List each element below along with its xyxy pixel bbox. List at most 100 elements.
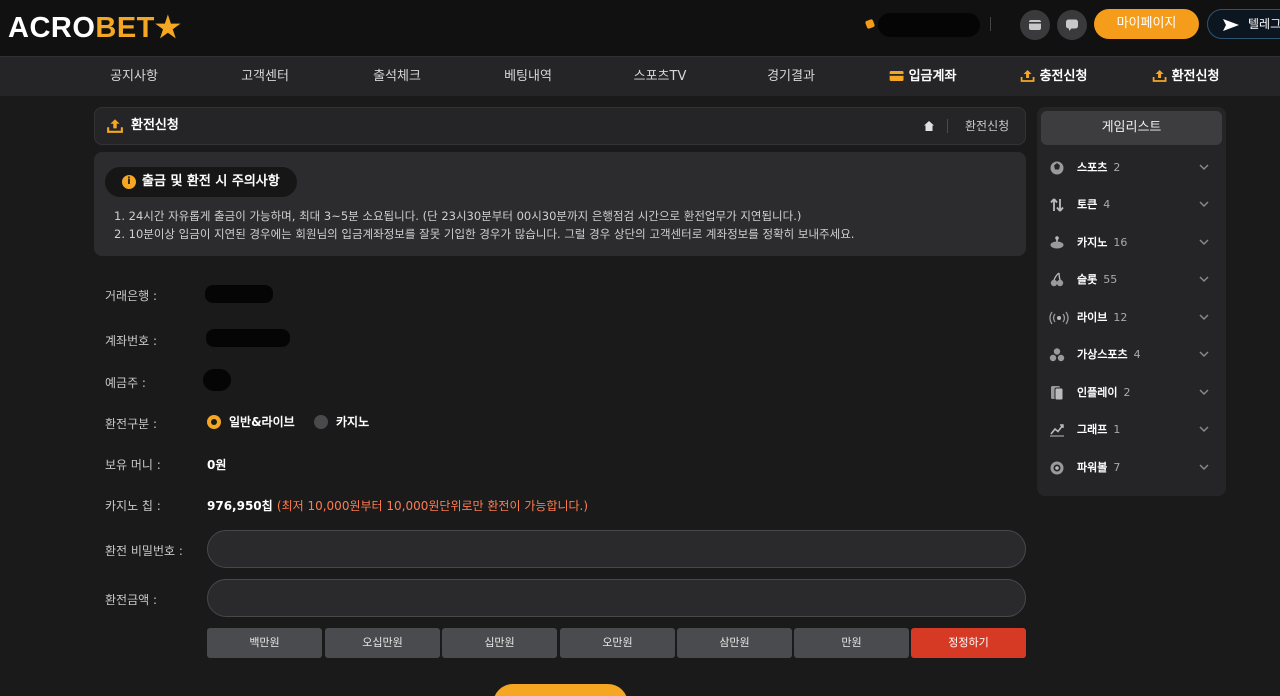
nav-notice[interactable]: 공지사항 xyxy=(110,57,158,97)
inplay-icon xyxy=(1051,386,1064,401)
notice-line: 1. 24시간 자유롭게 출금이 가능하며, 최대 3~5분 소요됩니다. (단… xyxy=(114,209,802,223)
site-logo[interactable]: ACROBET★ xyxy=(8,10,181,45)
notice-title: 출금 및 환전 시 주의사항 xyxy=(142,174,280,189)
holder-value-redacted xyxy=(203,369,231,391)
telegram-label: 텔레그 xyxy=(1248,17,1280,31)
chevron-down-icon xyxy=(1199,314,1209,321)
game-item-label: 라이브 12 xyxy=(1077,311,1128,324)
amount-100000-button[interactable]: 십만원 xyxy=(442,628,557,658)
live-icon xyxy=(1049,311,1069,325)
home-icon[interactable] xyxy=(923,120,935,132)
amount-10000-button[interactable]: 만원 xyxy=(794,628,909,658)
star-icon: ★ xyxy=(154,12,182,44)
game-item-label: 그래프 1 xyxy=(1077,423,1121,436)
game-item-sports[interactable]: 스포츠 2 xyxy=(1037,149,1226,186)
chevron-down-icon xyxy=(1199,239,1209,246)
chevron-down-icon xyxy=(1199,389,1209,396)
bank-value-redacted xyxy=(205,285,273,303)
amount-1000000-button[interactable]: 백만원 xyxy=(207,628,322,658)
nav-exchange-request[interactable]: 환전신청 xyxy=(1152,57,1220,97)
redaction-mark xyxy=(878,13,980,37)
radio-general-live[interactable]: 일반&라이브 xyxy=(207,415,295,429)
game-item-graph[interactable]: 그래프 1 xyxy=(1037,411,1226,448)
game-item-label: 슬롯 55 xyxy=(1077,273,1118,286)
amount-500000-button[interactable]: 오십만원 xyxy=(325,628,440,658)
bank-label: 거래은행 : xyxy=(105,289,158,303)
nav-attendance[interactable]: 출석체크 xyxy=(373,57,421,97)
game-item-casino[interactable]: 카지노 16 xyxy=(1037,224,1226,261)
game-item-label: 토큰 4 xyxy=(1077,198,1111,211)
page-title: 환전신청 xyxy=(131,118,179,133)
casino-chip-value-row: 976,950칩 (최저 10,000원부터 10,000원단위로만 환전이 가… xyxy=(207,497,588,514)
exchange-type-label: 환전구분 : xyxy=(105,417,158,431)
token-icon xyxy=(1050,198,1064,212)
radio-casino[interactable]: 카지노 xyxy=(314,415,369,429)
chevron-down-icon xyxy=(1199,351,1209,358)
nav-sports-tv[interactable]: 스포츠TV xyxy=(634,57,687,97)
radio-indicator xyxy=(207,415,221,429)
casino-chip-value: 976,950칩 xyxy=(207,499,273,513)
casino-chip-label: 카지노 칩 : xyxy=(105,499,161,513)
balance-value: 0원 xyxy=(207,458,227,472)
game-list-panel: 게임리스트 스포츠 2 토큰 4 카지노 16 슬롯 55 라이브 12 가상스포츠 4 인… xyxy=(1037,107,1226,496)
divider xyxy=(947,119,948,133)
notice-title-pill: i 출금 및 환전 시 주의사항 xyxy=(105,167,297,197)
chevron-down-icon xyxy=(1199,164,1209,171)
game-item-label: 파워볼 7 xyxy=(1077,461,1121,474)
game-item-powerball[interactable]: 파워볼 7 xyxy=(1037,449,1226,486)
chevron-down-icon xyxy=(1199,276,1209,283)
game-item-slot[interactable]: 슬롯 55 xyxy=(1037,261,1226,298)
game-item-label: 인플레이 2 xyxy=(1077,386,1131,399)
wallet-button[interactable] xyxy=(1020,10,1050,40)
nav-deposit-account-label: 입금계좌 xyxy=(908,69,957,84)
amount-label: 환전금액 : xyxy=(105,593,158,607)
info-icon: i xyxy=(122,175,136,189)
wallet-icon xyxy=(1029,20,1041,30)
casino-icon xyxy=(1050,236,1064,249)
telegram-icon xyxy=(1223,19,1239,31)
amount-input[interactable] xyxy=(207,579,1026,617)
radio-casino-label: 카지노 xyxy=(336,415,370,429)
nav-results[interactable]: 경기결과 xyxy=(767,57,815,97)
powerball-icon xyxy=(1050,461,1064,475)
nav-bet-history[interactable]: 베팅내역 xyxy=(504,57,552,97)
chevron-down-icon xyxy=(1199,426,1209,433)
account-value-redacted xyxy=(206,329,290,347)
game-item-inplay[interactable]: 인플레이 2 xyxy=(1037,374,1226,411)
password-label: 환전 비밀번호 : xyxy=(105,544,183,558)
chevron-down-icon xyxy=(1199,464,1209,471)
reset-amount-button[interactable]: 정정하기 xyxy=(911,628,1026,658)
virtual-sports-icon xyxy=(1049,348,1065,362)
nav-customer-center[interactable]: 고객센터 xyxy=(241,57,289,97)
mypage-button[interactable]: 마이페이지 xyxy=(1094,9,1199,39)
game-list-title: 게임리스트 xyxy=(1041,111,1222,145)
nav-charge-request[interactable]: 충전신청 xyxy=(1020,57,1087,97)
password-input[interactable] xyxy=(207,530,1026,568)
nav-deposit-account[interactable]: 입금계좌 xyxy=(889,57,957,97)
game-item-live[interactable]: 라이브 12 xyxy=(1037,299,1226,336)
nav-exchange-request-label: 환전신청 xyxy=(1171,69,1220,84)
message-button[interactable] xyxy=(1057,10,1087,40)
card-icon xyxy=(889,71,904,81)
notice-box: i 출금 및 환전 시 주의사항 1. 24시간 자유롭게 출금이 가능하며, … xyxy=(94,152,1026,256)
game-item-label: 스포츠 2 xyxy=(1077,161,1121,174)
radio-indicator xyxy=(314,415,328,429)
amount-50000-button[interactable]: 오만원 xyxy=(560,628,675,658)
upload-icon xyxy=(107,119,123,133)
game-item-virtual-sports[interactable]: 가상스포츠 4 xyxy=(1037,336,1226,373)
chevron-down-icon xyxy=(1199,201,1209,208)
user-level-icon xyxy=(864,18,876,30)
breadcrumb-current: 환전신청 xyxy=(965,119,1010,133)
logo-text-bet: BET xyxy=(95,12,155,44)
notice-line: 2. 10분이상 입금이 지연된 경우에는 회원님의 입금계좌정보를 잘못 기입… xyxy=(114,227,855,241)
top-bar: ACROBET★ 마이페이지 텔레그 xyxy=(0,0,1280,56)
submit-button[interactable] xyxy=(493,684,628,696)
game-item-label: 가상스포츠 4 xyxy=(1077,348,1141,361)
telegram-button[interactable]: 텔레그 xyxy=(1207,9,1280,39)
amount-30000-button[interactable]: 삼만원 xyxy=(677,628,792,658)
graph-icon xyxy=(1050,424,1064,437)
main-nav: 공지사항 고객센터 출석체크 베팅내역 스포츠TV 경기결과 입금계좌 충전신청… xyxy=(0,56,1280,96)
game-item-token[interactable]: 토큰 4 xyxy=(1037,186,1226,223)
game-item-label: 카지노 16 xyxy=(1077,236,1128,249)
user-info-redacted xyxy=(864,12,982,38)
